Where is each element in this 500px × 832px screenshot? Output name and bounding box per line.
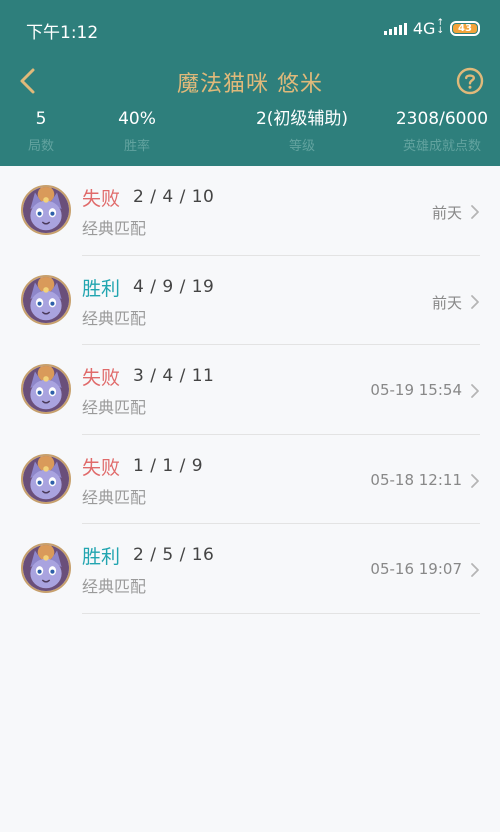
yuumi-portrait-icon (23, 276, 69, 323)
network-type: 4G (412, 18, 436, 38)
match-kda: 2 / 4 / 10 (133, 187, 215, 207)
signal-icon (383, 21, 407, 35)
match-mode: 经典匹配 (82, 219, 147, 238)
hero-avatar (21, 274, 71, 325)
status-indicators: 4G ↑ ↓ 43 (383, 17, 480, 38)
battery-level: 43 (453, 23, 477, 33)
match-mode: 经典匹配 (82, 398, 147, 417)
yuumi-portrait-icon (23, 545, 69, 591)
match-row[interactable]: 胜利 4 / 9 / 19 经典匹配 前天 (0, 256, 500, 345)
chevron-right-icon (471, 384, 479, 398)
stat-label: 等级 (288, 139, 315, 154)
row-divider (82, 612, 480, 614)
stat-label: 胜率 (123, 139, 150, 154)
nav-bar: 魔法猫咪 悠米 (0, 58, 500, 104)
header: 下午1:12 4G ↑ ↓ 43 魔法猫咪 悠米 5 局数 40% 胜率 2(初… (0, 0, 500, 166)
stat-value: 40% (118, 109, 156, 129)
yuumi-portrait-icon (23, 455, 69, 502)
match-result: 失败 (82, 188, 121, 210)
match-kda: 3 / 4 / 11 (133, 366, 215, 386)
network-indicator: 4G ↑ ↓ (412, 17, 444, 38)
stat-win-rate: 40% 胜率 (96, 104, 178, 160)
stat-value: 5 (35, 109, 47, 129)
match-kda: 2 / 5 / 16 (133, 545, 215, 565)
page-title: 魔法猫咪 悠米 (177, 72, 323, 97)
status-bar: 下午1:12 4G ↑ ↓ 43 (0, 0, 500, 58)
match-row[interactable]: 失败 2 / 4 / 10 经典匹配 前天 (0, 166, 500, 256)
chevron-right-icon (471, 294, 479, 309)
help-circle-icon[interactable] (456, 67, 484, 95)
match-time: 05-19 15:54 (370, 381, 462, 399)
match-result: 胜利 (82, 546, 121, 568)
hero-avatar (21, 364, 71, 414)
yuumi-portrait-icon (23, 366, 69, 412)
chevron-right-icon (471, 473, 479, 488)
match-row[interactable]: 失败 1 / 1 / 9 经典匹配 05-18 12:11 (0, 435, 500, 524)
match-row[interactable]: 失败 3 / 4 / 11 经典匹配 05-19 15:54 (0, 345, 500, 435)
chevron-right-icon (471, 563, 479, 577)
data-arrows-icon: ↑ ↓ (436, 17, 444, 36)
yuumi-portrait-icon (23, 187, 69, 233)
stat-label: 局数 (27, 139, 54, 154)
match-mode: 经典匹配 (82, 308, 147, 328)
match-result: 胜利 (82, 277, 121, 300)
stat-level: 2(初级辅助) 等级 (232, 104, 372, 160)
stat-value: 2(初级辅助) (255, 109, 349, 129)
hero-avatar (21, 543, 71, 593)
match-time: 前天 (431, 204, 462, 222)
stat-games: 5 局数 (0, 104, 82, 160)
match-time: 前天 (431, 293, 462, 312)
match-time: 05-16 19:07 (370, 560, 462, 578)
battery-icon: 43 (450, 20, 480, 36)
chevron-right-icon (471, 205, 479, 219)
hero-avatar (21, 185, 71, 235)
match-mode: 经典匹配 (82, 577, 147, 596)
match-time: 05-18 12:11 (370, 470, 462, 489)
hero-stats: 5 局数 40% 胜率 2(初级辅助) 等级 2308/6000 英雄成就点数 (0, 104, 500, 166)
match-mode: 经典匹配 (82, 487, 147, 507)
match-result: 失败 (82, 456, 121, 479)
match-row[interactable]: 胜利 2 / 5 / 16 经典匹配 05-16 19:07 (0, 524, 500, 614)
match-result: 失败 (82, 367, 121, 389)
stat-label: 英雄成就点数 (402, 139, 481, 154)
hero-avatar (21, 453, 71, 504)
stat-achievement-points: 2308/6000 英雄成就点数 (380, 104, 500, 160)
status-time: 下午1:12 (26, 23, 99, 43)
match-kda: 4 / 9 / 19 (133, 276, 215, 297)
match-list: 失败 2 / 4 / 10 经典匹配 前天 胜利 4 / 9 / 19 经典匹配… (0, 166, 500, 614)
match-kda: 1 / 1 / 9 (133, 455, 204, 476)
stat-value: 2308/6000 (395, 109, 489, 129)
